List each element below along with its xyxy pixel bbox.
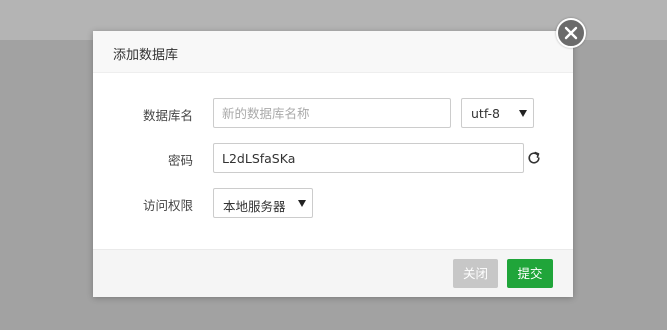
dialog-close-button[interactable] bbox=[556, 18, 586, 48]
access-select[interactable]: 本地服务器 bbox=[213, 188, 313, 218]
charset-select-value: utf-8 bbox=[471, 106, 501, 121]
access-select-value: 本地服务器 bbox=[223, 199, 286, 214]
submit-button[interactable]: 提交 bbox=[507, 259, 553, 288]
close-icon bbox=[564, 26, 578, 40]
access-label: 访问权限 bbox=[142, 198, 193, 213]
refresh-icon[interactable] bbox=[527, 151, 541, 165]
password-label: 密码 bbox=[167, 153, 193, 168]
close-button[interactable]: 关闭 bbox=[453, 259, 498, 288]
dialog-title: 添加数据库 bbox=[113, 48, 179, 63]
password-input[interactable] bbox=[213, 143, 524, 173]
db-name-input[interactable] bbox=[213, 98, 451, 128]
db-name-label: 数据库名 bbox=[142, 108, 193, 123]
caret-down-icon bbox=[298, 200, 306, 207]
caret-down-icon bbox=[519, 110, 527, 117]
dialog-footer: 关闭 提交 bbox=[93, 249, 573, 297]
dialog-header: 添加数据库 bbox=[93, 31, 573, 73]
add-database-dialog: 添加数据库 数据库名 utf-8 密码 访问权限 本地服务器 关闭 提交 bbox=[93, 31, 573, 297]
charset-select[interactable]: utf-8 bbox=[461, 98, 534, 128]
